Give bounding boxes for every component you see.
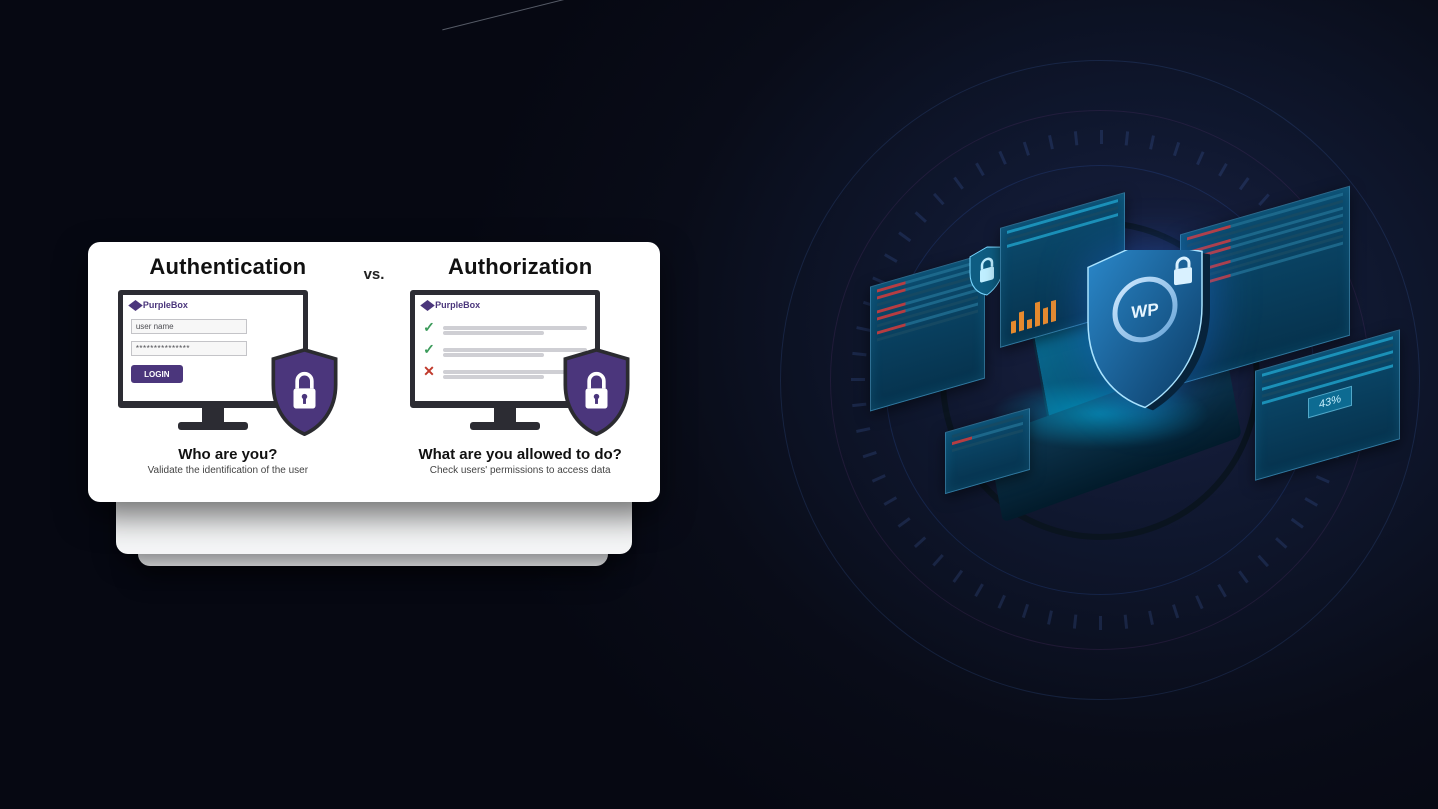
authorization-subtext: Check users' permissions to access data bbox=[430, 465, 611, 476]
authorization-column: Authorization PurpleBox ✓ ✓ bbox=[394, 254, 646, 492]
monitor-stand bbox=[202, 408, 224, 422]
authorization-monitor: PurpleBox ✓ ✓ ✕ bbox=[410, 290, 630, 438]
permission-line bbox=[443, 326, 587, 330]
cybersecurity-graphic: 43% WP bbox=[760, 40, 1438, 720]
comparison-card-stack: Authentication PurpleBox user name *****… bbox=[88, 242, 660, 542]
comparison-card: Authentication PurpleBox user name *****… bbox=[88, 242, 660, 502]
authentication-column: Authentication PurpleBox user name *****… bbox=[102, 254, 354, 492]
brand-label: PurpleBox bbox=[423, 300, 480, 310]
authentication-question: Who are you? bbox=[178, 446, 277, 463]
check-icon: ✓ bbox=[423, 341, 437, 358]
username-placeholder: user name bbox=[136, 322, 174, 331]
authentication-heading: Authentication bbox=[149, 254, 306, 280]
shield-icon bbox=[267, 348, 342, 436]
authentication-monitor: PurpleBox user name *************** LOGI… bbox=[118, 290, 338, 438]
authorization-heading: Authorization bbox=[448, 254, 592, 280]
permission-row-allow: ✓ bbox=[423, 319, 587, 336]
password-value: *************** bbox=[136, 344, 190, 353]
brand-text: PurpleBox bbox=[143, 300, 188, 310]
authorization-question: What are you allowed to do? bbox=[418, 446, 621, 463]
check-icon: ✓ bbox=[423, 319, 437, 336]
brand-label: PurpleBox bbox=[131, 300, 188, 310]
authentication-subtext: Validate the identification of the user bbox=[148, 465, 308, 476]
shield-monogram: WP bbox=[1131, 300, 1158, 323]
monitor-stand bbox=[494, 408, 516, 422]
vs-label: vs. bbox=[354, 254, 395, 492]
decorative-line bbox=[442, 0, 597, 30]
cube-icon bbox=[420, 300, 435, 311]
cube-icon bbox=[128, 300, 143, 311]
brand-text: PurpleBox bbox=[435, 300, 480, 310]
login-button[interactable]: LOGIN bbox=[131, 365, 183, 383]
cross-icon: ✕ bbox=[423, 363, 437, 380]
large-shield-icon: WP bbox=[1070, 250, 1220, 430]
login-button-label: LOGIN bbox=[144, 370, 169, 379]
bar-chart-icon bbox=[1011, 291, 1056, 334]
shield-icon bbox=[559, 348, 634, 436]
username-input[interactable]: user name bbox=[131, 319, 247, 334]
password-input[interactable]: *************** bbox=[131, 341, 247, 356]
